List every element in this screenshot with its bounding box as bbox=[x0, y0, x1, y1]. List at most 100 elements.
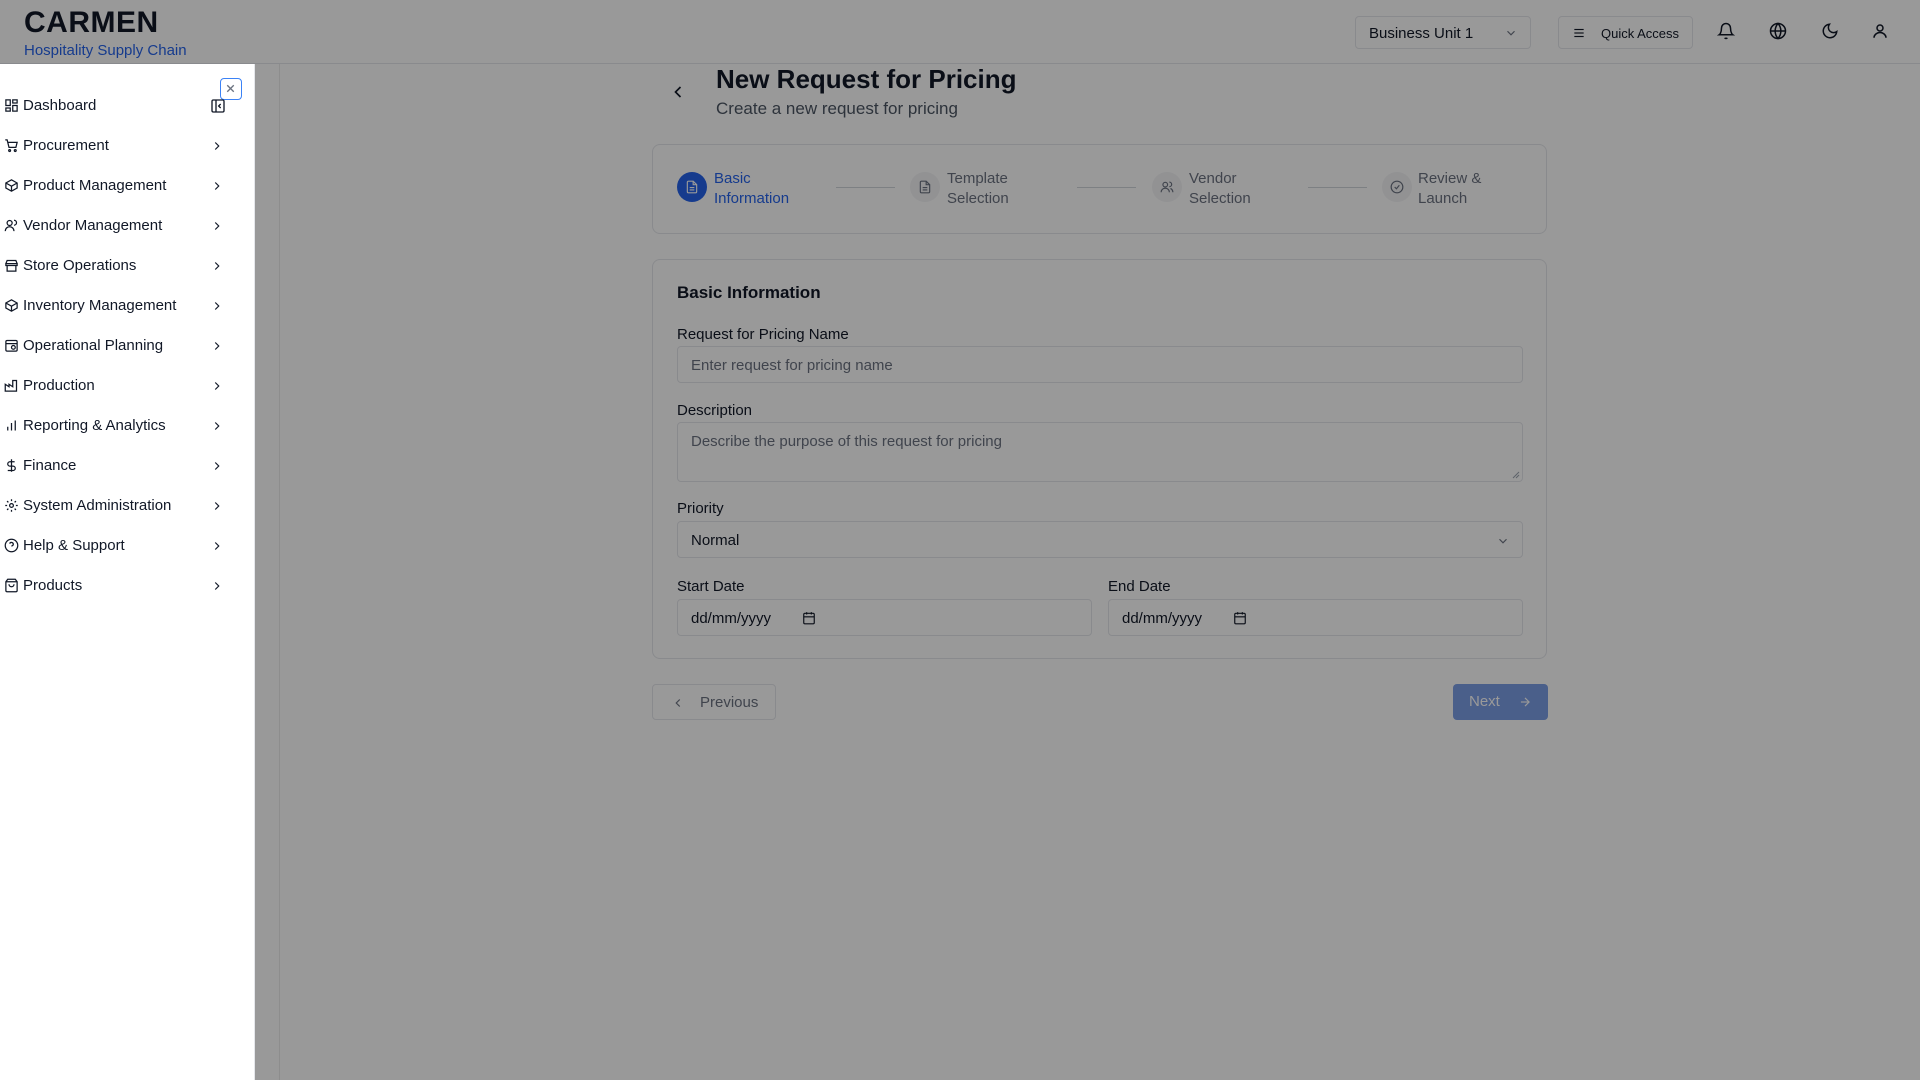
chevron-right-icon bbox=[214, 222, 220, 230]
chevron-right-icon bbox=[214, 502, 220, 510]
business-unit-value: Business Unit 1 bbox=[1369, 25, 1474, 42]
page-subtitle: Create a new request for pricing bbox=[716, 99, 958, 118]
chevron-right-icon bbox=[214, 462, 220, 470]
step-connector bbox=[1077, 187, 1136, 188]
users-icon bbox=[1160, 181, 1174, 193]
brand-subtitle: Hospitality Supply Chain bbox=[24, 42, 187, 59]
step-1-circle[interactable] bbox=[677, 172, 707, 202]
sidebar-item-reporting-analytics[interactable]: Reporting & Analytics bbox=[0, 406, 230, 446]
chevron-right-icon bbox=[214, 142, 220, 150]
sidebar: Dashboard Procurement Product Management… bbox=[0, 64, 255, 1080]
sidebar-item-inventory-management[interactable]: Inventory Management bbox=[0, 286, 230, 326]
help-circle-icon bbox=[4, 538, 19, 553]
step-3-circle[interactable] bbox=[1152, 172, 1182, 202]
step-4-circle[interactable] bbox=[1382, 172, 1412, 202]
step-1-label: Basic Information bbox=[714, 170, 790, 207]
box-icon bbox=[5, 299, 18, 312]
sidebar-item-product-management[interactable]: Product Management bbox=[0, 166, 230, 206]
shopping-bag-icon bbox=[5, 578, 18, 593]
page-title: New Request for Pricing bbox=[716, 64, 1017, 94]
sidebar-item-label: Vendor Management bbox=[23, 217, 163, 234]
brand-title: CARMEN bbox=[24, 6, 159, 39]
sidebar-item-help-support[interactable]: Help & Support bbox=[0, 526, 230, 566]
sidebar-item-label: Operational Planning bbox=[23, 337, 164, 354]
user-icon[interactable] bbox=[1871, 22, 1889, 40]
rfp-name-input[interactable]: Enter request for pricing name bbox=[677, 346, 1523, 383]
basic-information-card: Basic Information Request for Pricing Na… bbox=[652, 259, 1547, 659]
progress-stepper: Basic Information Template Selection Ven… bbox=[652, 144, 1547, 234]
step-2-circle[interactable] bbox=[910, 172, 940, 202]
chevron-right-icon bbox=[214, 182, 220, 190]
sidebar-item-label: Finance bbox=[23, 457, 77, 474]
factory-icon bbox=[4, 379, 18, 392]
check-circle-icon bbox=[1390, 180, 1404, 194]
menu-icon bbox=[1574, 28, 1584, 38]
chevron-right-icon bbox=[214, 422, 220, 430]
sidebar-item-label: Reporting & Analytics bbox=[23, 417, 166, 434]
quick-access-label: Quick Access bbox=[1601, 26, 1680, 41]
quick-access-button[interactable]: Quick Access bbox=[1558, 16, 1693, 49]
chevron-down-icon bbox=[1499, 538, 1507, 544]
resize-handle-icon[interactable] bbox=[1512, 471, 1520, 479]
chevron-down-icon bbox=[1507, 30, 1515, 36]
priority-value: Normal bbox=[691, 532, 740, 549]
step-connector bbox=[1308, 187, 1367, 188]
bell-icon[interactable] bbox=[1717, 22, 1735, 40]
end-date-value: dd/mm/yyyy bbox=[1122, 610, 1203, 627]
dashboard-icon bbox=[5, 99, 18, 112]
calendar-icon[interactable] bbox=[1233, 611, 1247, 625]
sidebar-item-finance[interactable]: Finance bbox=[0, 446, 230, 486]
start-date-label: Start Date bbox=[677, 578, 745, 595]
sidebar-item-label: Store Operations bbox=[23, 257, 137, 274]
rfp-name-placeholder: Enter request for pricing name bbox=[691, 357, 893, 374]
end-date-input[interactable]: dd/mm/yyyy bbox=[1108, 599, 1523, 636]
moon-icon[interactable] bbox=[1821, 22, 1839, 40]
sidebar-item-products[interactable]: Products bbox=[0, 566, 230, 606]
previous-button[interactable]: Previous bbox=[652, 684, 776, 720]
sidebar-item-system-administration[interactable]: System Administration bbox=[0, 486, 230, 526]
file-text-icon bbox=[686, 180, 698, 194]
drawer-shadow-edge bbox=[279, 64, 280, 1080]
description-placeholder: Describe the purpose of this request for… bbox=[691, 433, 1002, 450]
sidebar-item-label: Inventory Management bbox=[23, 297, 177, 314]
sidebar-item-dashboard[interactable]: Dashboard bbox=[0, 86, 230, 126]
chevron-right-icon bbox=[214, 302, 220, 310]
calendar-clock-icon bbox=[5, 339, 18, 352]
business-unit-select[interactable]: Business Unit 1 bbox=[1355, 16, 1531, 49]
chevron-left-icon bbox=[675, 699, 681, 707]
calendar-icon[interactable] bbox=[802, 611, 816, 625]
sidebar-item-vendor-management[interactable]: Vendor Management bbox=[0, 206, 230, 246]
sidebar-item-label: System Administration bbox=[23, 497, 172, 514]
priority-label: Priority bbox=[677, 500, 724, 517]
section-title: Basic Information bbox=[677, 283, 821, 302]
sidebar-item-procurement[interactable]: Procurement bbox=[0, 126, 230, 166]
description-textarea[interactable]: Describe the purpose of this request for… bbox=[677, 422, 1523, 482]
sidebar-item-label: Procurement bbox=[23, 137, 109, 154]
next-label: Next bbox=[1469, 693, 1500, 710]
name-label: Request for Pricing Name bbox=[677, 326, 849, 343]
step-connector bbox=[836, 187, 895, 188]
sidebar-item-store-operations[interactable]: Store Operations bbox=[0, 246, 230, 286]
start-date-value: dd/mm/yyyy bbox=[691, 610, 772, 627]
priority-select[interactable]: Normal bbox=[677, 521, 1523, 558]
dollar-icon bbox=[7, 459, 16, 472]
globe-icon[interactable] bbox=[1769, 22, 1787, 40]
sidebar-item-production[interactable]: Production bbox=[0, 366, 230, 406]
chevron-right-icon bbox=[214, 342, 220, 350]
main-content: New Request for Pricing Create a new req… bbox=[255, 64, 1920, 1080]
back-arrow-icon[interactable] bbox=[668, 82, 688, 102]
sidebar-item-operational-planning[interactable]: Operational Planning bbox=[0, 326, 230, 366]
chevron-right-icon bbox=[214, 542, 220, 550]
step-2-label: Template Selection bbox=[947, 170, 1009, 207]
top-header: CARMEN Hospitality Supply Chain Business… bbox=[0, 0, 1920, 64]
step-4-label: Review & Launch bbox=[1418, 170, 1482, 207]
cart-icon bbox=[5, 139, 18, 153]
end-date-label: End Date bbox=[1108, 578, 1171, 595]
chevron-right-icon bbox=[214, 582, 220, 590]
step-3-label: Vendor Selection bbox=[1189, 170, 1251, 207]
users-icon bbox=[4, 219, 18, 232]
chevron-right-icon bbox=[214, 262, 220, 270]
next-button[interactable]: Next bbox=[1453, 684, 1548, 720]
description-label: Description bbox=[677, 402, 753, 419]
start-date-input[interactable]: dd/mm/yyyy bbox=[677, 599, 1092, 636]
